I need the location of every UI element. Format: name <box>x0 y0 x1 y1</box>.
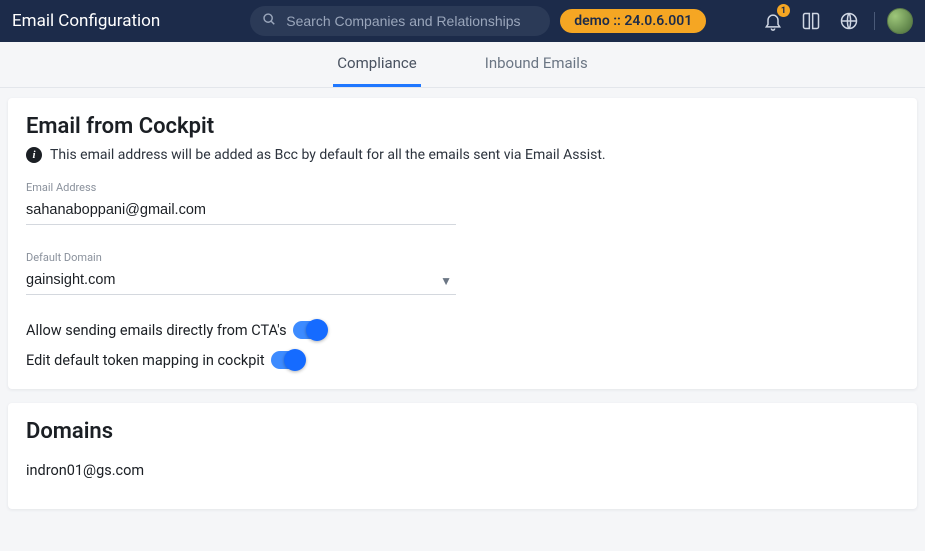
default-domain-label: Default Domain <box>26 251 456 264</box>
search-icon <box>262 12 276 30</box>
domains-card: Domains indron01@gs.com <box>8 403 917 509</box>
avatar[interactable] <box>887 8 913 34</box>
allow-cta-toggle[interactable] <box>293 321 327 339</box>
allow-cta-row: Allow sending emails directly from CTA's <box>26 321 899 339</box>
top-bar: Email Configuration demo :: 24.0.6.001 1 <box>0 0 925 42</box>
email-address-field: Email Address <box>26 181 456 225</box>
tab-compliance[interactable]: Compliance <box>333 42 420 87</box>
default-domain-select[interactable] <box>26 268 456 295</box>
book-icon <box>801 11 821 31</box>
docs-button[interactable] <box>798 8 824 34</box>
domains-heading: Domains <box>26 419 899 444</box>
search-wrap <box>250 6 550 36</box>
tab-inbound-emails[interactable]: Inbound Emails <box>481 42 592 87</box>
domain-item[interactable]: indron01@gs.com <box>26 452 899 489</box>
cockpit-heading: Email from Cockpit <box>26 114 899 139</box>
topbar-divider <box>874 12 875 30</box>
cockpit-info-text: This email address will be added as Bcc … <box>50 147 606 163</box>
edit-token-label: Edit default token mapping in cockpit <box>26 352 265 369</box>
page-title: Email Configuration <box>12 11 160 31</box>
help-button[interactable] <box>836 8 862 34</box>
edit-token-toggle[interactable] <box>271 351 305 369</box>
edit-token-row: Edit default token mapping in cockpit <box>26 351 899 369</box>
content: Email from Cockpit i This email address … <box>0 88 925 533</box>
notifications-button[interactable]: 1 <box>760 8 786 34</box>
search-input[interactable] <box>250 6 550 36</box>
globe-icon <box>839 11 859 31</box>
email-address-input[interactable] <box>26 198 456 225</box>
tabs: Compliance Inbound Emails <box>0 42 925 88</box>
environment-pill[interactable]: demo :: 24.0.6.001 <box>558 7 708 35</box>
notification-badge: 1 <box>777 4 790 17</box>
email-address-label: Email Address <box>26 181 456 194</box>
email-from-cockpit-card: Email from Cockpit i This email address … <box>8 98 917 389</box>
cockpit-info: i This email address will be added as Bc… <box>26 147 899 163</box>
allow-cta-label: Allow sending emails directly from CTA's <box>26 322 287 339</box>
info-icon: i <box>26 147 42 163</box>
default-domain-field: Default Domain ▼ <box>26 251 456 295</box>
